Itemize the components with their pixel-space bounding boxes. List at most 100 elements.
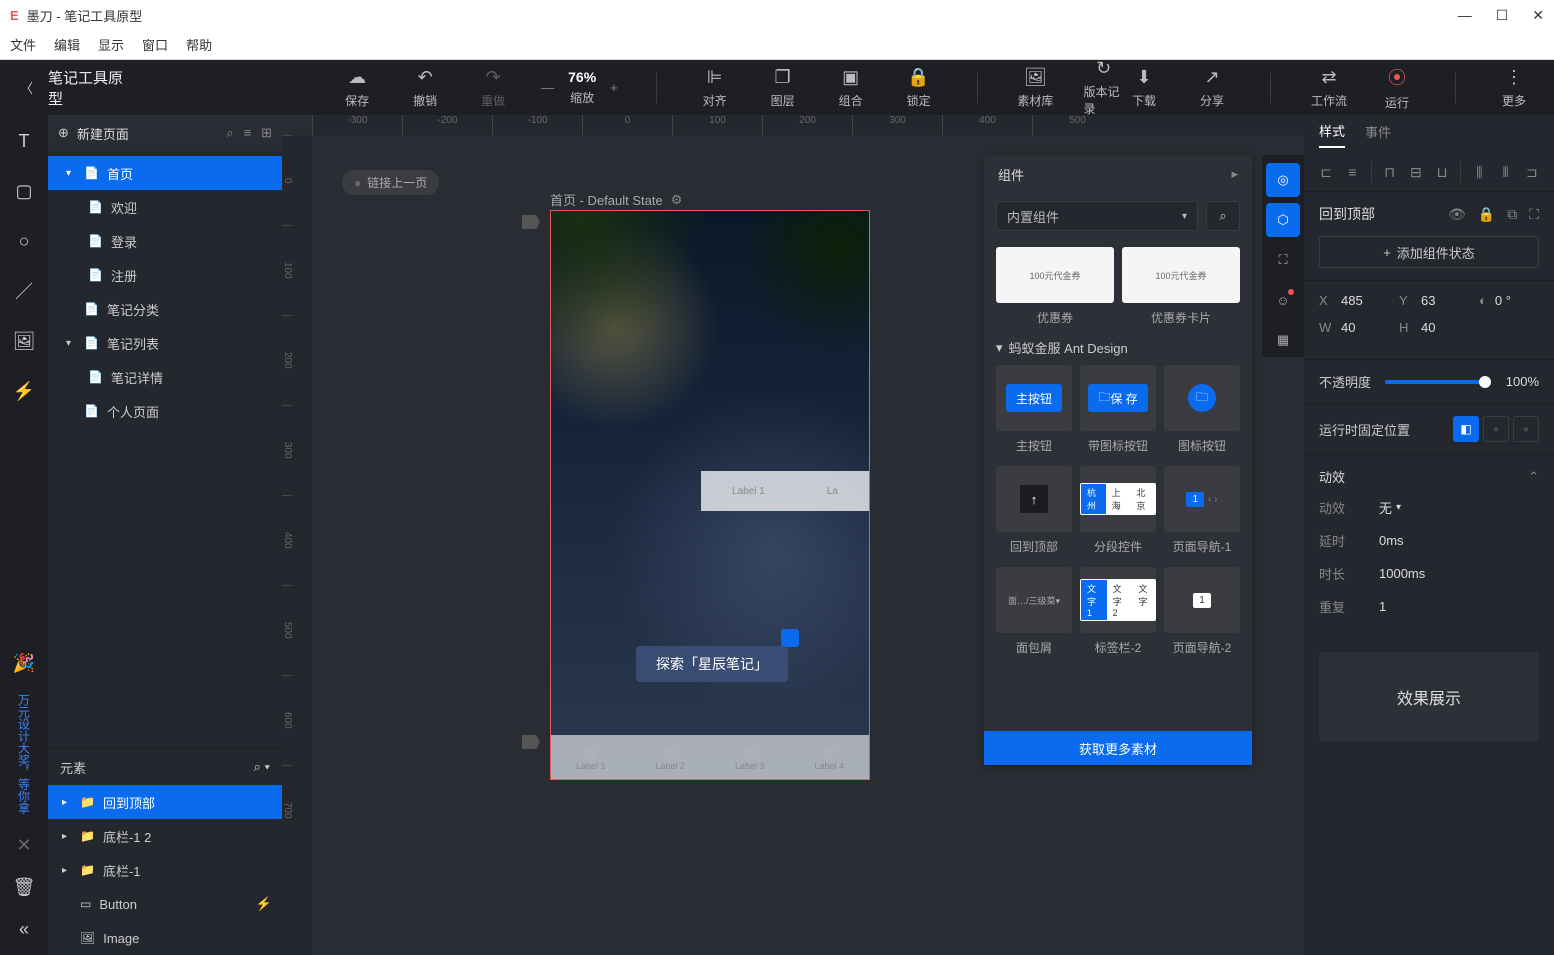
- rail-layout-icon[interactable]: ▦: [1266, 323, 1300, 357]
- undo-button[interactable]: ↶ 撤销: [405, 67, 445, 109]
- menu-help[interactable]: 帮助: [186, 35, 212, 54]
- collapse-icon[interactable]: «: [13, 918, 35, 940]
- redo-button[interactable]: ↷ 重做: [473, 67, 513, 109]
- detach-icon[interactable]: ⧉: [1507, 206, 1517, 223]
- align-right-icon[interactable]: ⊐: [1522, 161, 1542, 183]
- component-thumb-pagination-2[interactable]: 1: [1164, 567, 1240, 633]
- rail-scan-icon[interactable]: ⛶: [1266, 243, 1300, 277]
- component-thumb-icon-only-button[interactable]: 🗀: [1164, 365, 1240, 431]
- image-tool[interactable]: 🖼: [13, 330, 35, 352]
- opacity-value[interactable]: 100%: [1497, 374, 1539, 389]
- party-icon[interactable]: 🎉: [13, 652, 35, 674]
- device-mockup[interactable]: Label 1 La 探索「星辰笔记」 ☆Label 1 ☆Label 2 ☆L…: [550, 210, 870, 780]
- history-button[interactable]: ↻ 版本记录: [1083, 58, 1124, 117]
- gear-icon[interactable]: ⚙: [671, 192, 683, 208]
- fix-bottom-option[interactable]: ▫: [1513, 416, 1539, 442]
- layer-button[interactable]: ❐ 图层: [763, 67, 803, 109]
- distribute-h-icon[interactable]: ⫼: [1469, 161, 1489, 183]
- circle-tool[interactable]: ○: [13, 230, 35, 252]
- fullscreen-icon[interactable]: ⛶: [1529, 206, 1539, 223]
- component-thumb-tabs[interactable]: 文字1文字2文字: [1080, 567, 1156, 633]
- align-middle-icon[interactable]: ⊟: [1406, 161, 1426, 183]
- page-item-welcome[interactable]: 📄 欢迎: [48, 190, 282, 224]
- page-item-notes-list[interactable]: ▾ 📄 笔记列表: [48, 326, 282, 360]
- search-icon[interactable]: ⌕ ▾: [254, 759, 270, 775]
- rotation-value[interactable]: 0 °: [1495, 293, 1511, 308]
- get-more-assets-button[interactable]: 获取更多素材: [984, 731, 1252, 765]
- menu-file[interactable]: 文件: [10, 35, 36, 54]
- add-page-icon[interactable]: ⊕: [58, 125, 69, 141]
- page-item-note-detail[interactable]: 📄 笔记详情: [48, 360, 282, 394]
- rail-target-icon[interactable]: ◎: [1266, 163, 1300, 197]
- width-value[interactable]: 40: [1341, 320, 1355, 335]
- connection-marker[interactable]: [522, 735, 540, 749]
- fix-both-option[interactable]: ◧: [1453, 416, 1479, 442]
- trash-icon[interactable]: 🗑: [13, 876, 35, 898]
- align-center-h-icon[interactable]: ≡: [1342, 161, 1362, 183]
- lock-icon[interactable]: 🔒: [1478, 206, 1495, 223]
- zoom-out-button[interactable]: —: [541, 80, 554, 95]
- pos-y-value[interactable]: 63: [1421, 293, 1435, 308]
- text-tool[interactable]: T: [13, 130, 35, 152]
- menu-window[interactable]: 窗口: [142, 35, 168, 54]
- chevron-right-icon[interactable]: ▸: [1231, 166, 1238, 182]
- align-left-icon[interactable]: ⊏: [1316, 161, 1336, 183]
- page-item-register[interactable]: 📄 注册: [48, 258, 282, 292]
- grid-view-icon[interactable]: ⊞: [261, 125, 272, 141]
- height-value[interactable]: 40: [1421, 320, 1435, 335]
- save-button[interactable]: ☁ 保存: [337, 67, 377, 109]
- pen-tool[interactable]: ／: [13, 280, 35, 302]
- animation-section-header[interactable]: 动效 ⌃: [1304, 455, 1554, 498]
- share-button[interactable]: ↗ 分享: [1192, 67, 1232, 109]
- fix-top-option[interactable]: ▫: [1483, 416, 1509, 442]
- animation-preview[interactable]: 效果展示: [1319, 652, 1539, 742]
- anim-repeat-value[interactable]: 1: [1379, 597, 1386, 616]
- anim-delay-value[interactable]: 0ms: [1379, 531, 1404, 550]
- add-state-button[interactable]: + 添加组件状态: [1319, 236, 1539, 268]
- search-icon[interactable]: ⌕: [226, 125, 233, 141]
- rail-cube-icon[interactable]: ⬡: [1266, 203, 1300, 237]
- lock-button[interactable]: 🔒 锁定: [899, 67, 939, 109]
- rail-emoji-icon[interactable]: ☺: [1266, 283, 1300, 317]
- download-button[interactable]: ⬇ 下载: [1124, 67, 1164, 109]
- component-thumb-coupon-card[interactable]: 100元代金券: [1122, 247, 1240, 303]
- element-item-footer12[interactable]: ▸ 📁 底栏-1 2: [48, 819, 282, 853]
- workflow-button[interactable]: ⇄ 工作流: [1309, 67, 1349, 109]
- menu-view[interactable]: 显示: [98, 35, 124, 54]
- zoom-in-button[interactable]: +: [610, 80, 618, 95]
- component-thumb-backtop[interactable]: ↑: [996, 466, 1072, 532]
- element-item-backtop[interactable]: ▸ 📁 回到顶部: [48, 785, 282, 819]
- tab-style[interactable]: 样式: [1319, 121, 1345, 148]
- more-button[interactable]: ⋮ 更多: [1494, 67, 1534, 109]
- component-thumb-pagination-1[interactable]: 1‹ ›: [1164, 466, 1240, 532]
- canvas-state-label[interactable]: 首页 - Default State ⚙: [550, 190, 682, 209]
- run-button[interactable]: ⦿ 运行: [1377, 64, 1417, 111]
- align-button[interactable]: ⊫ 对齐: [695, 67, 735, 109]
- window-minimize-button[interactable]: —: [1458, 7, 1472, 24]
- canvas-area[interactable]: -300-200-1000100200300400500 01002003004…: [282, 115, 1304, 955]
- component-thumb-icon-button[interactable]: 🗀 保 存: [1080, 365, 1156, 431]
- promo-close-button[interactable]: ✕: [13, 834, 35, 856]
- promo-text[interactable]: 万元设计大奖，等你拿: [16, 694, 33, 814]
- zoom-control[interactable]: 76% 缩放: [562, 69, 602, 106]
- anim-duration-value[interactable]: 1000ms: [1379, 564, 1425, 583]
- component-tool[interactable]: ⚡: [13, 380, 35, 402]
- element-item-footer1[interactable]: ▸ 📁 底栏-1: [48, 853, 282, 887]
- align-top-icon[interactable]: ⊓: [1379, 161, 1399, 183]
- tab-events[interactable]: 事件: [1365, 122, 1391, 147]
- component-thumb-segment[interactable]: 杭州上海北京: [1080, 466, 1156, 532]
- element-item-button[interactable]: ▭ Button ⚡: [48, 887, 282, 921]
- visibility-icon[interactable]: 👁: [1448, 206, 1466, 223]
- window-close-button[interactable]: ✕: [1532, 7, 1544, 24]
- opacity-slider[interactable]: [1385, 380, 1485, 384]
- component-search-button[interactable]: ⌕: [1206, 201, 1240, 231]
- window-maximize-button[interactable]: ☐: [1496, 7, 1509, 24]
- component-thumb-primary-button[interactable]: 主按钮: [996, 365, 1072, 431]
- component-section-ant[interactable]: ▾ 蚂蚁金服 Ant Design: [996, 338, 1240, 357]
- align-bottom-icon[interactable]: ⊔: [1432, 161, 1452, 183]
- back-button[interactable]: 〈: [20, 78, 33, 97]
- connection-marker[interactable]: [522, 215, 540, 229]
- distribute-v-icon[interactable]: ⫴: [1495, 161, 1515, 183]
- page-item-login[interactable]: 📄 登录: [48, 224, 282, 258]
- page-item-categories[interactable]: 📄 笔记分类: [48, 292, 282, 326]
